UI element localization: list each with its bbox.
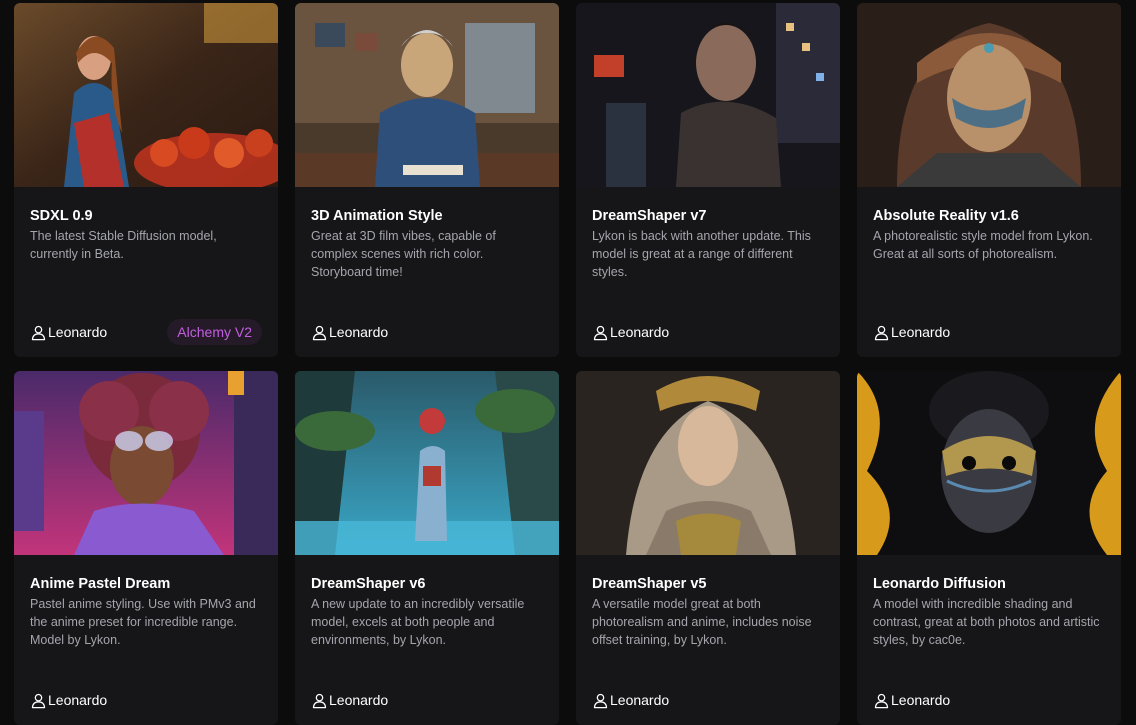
model-thumbnail[interactable] [857,371,1121,555]
author-name: Leonardo [610,324,670,340]
model-author[interactable]: Leonardo [592,692,669,709]
thumbnail-image [857,3,1121,187]
model-thumbnail[interactable] [14,371,278,555]
author-name: Leonardo [891,324,951,340]
user-icon [31,325,46,340]
card-footer: Leonardo [592,319,824,345]
author-name: Leonardo [891,692,951,708]
model-card-dreamshaper-v7[interactable]: DreamShaper v7 Lykon is back with anothe… [576,3,840,357]
user-icon [593,693,608,708]
model-description: A new update to an incredibly versatile … [311,597,525,647]
model-thumbnail[interactable] [14,3,278,187]
model-title: 3D Animation Style [311,208,443,224]
model-card-leonardo-diffusion[interactable]: Leonardo Diffusion A model with incredib… [857,371,1121,725]
model-card-absolute-reality[interactable]: Absolute Reality v1.6 A photorealistic s… [857,3,1121,357]
model-thumbnail[interactable] [576,3,840,187]
model-author[interactable]: Leonardo [311,692,388,709]
model-author[interactable]: Leonardo [311,324,388,341]
model-thumbnail[interactable] [295,3,559,187]
model-title: DreamShaper v6 [311,576,426,592]
alchemy-badge: Alchemy V2 [167,319,262,345]
model-author[interactable]: Leonardo [592,324,669,341]
model-title: Absolute Reality v1.6 [873,208,1019,224]
user-icon [312,693,327,708]
model-card-anime-pastel-dream[interactable]: Anime Pastel Dream Pastel anime styling.… [14,371,278,725]
model-description: A model with incredible shading and cont… [873,597,1100,647]
model-card-sdxl[interactable]: SDXL 0.9 The latest Stable Diffusion mod… [14,3,278,357]
model-card-3d-animation-style[interactable]: 3D Animation Style Great at 3D film vibe… [295,3,559,357]
card-footer: Leonardo [30,687,262,713]
model-title: DreamShaper v7 [592,208,707,224]
model-author[interactable]: Leonardo [873,692,950,709]
model-thumbnail[interactable] [295,371,559,555]
model-title: SDXL 0.9 [30,208,93,224]
model-grid: SDXL 0.9 The latest Stable Diffusion mod… [14,3,1122,725]
user-icon [874,325,889,340]
model-author[interactable]: Leonardo [30,692,107,709]
card-footer: Leonardo [592,687,824,713]
thumbnail-image [857,371,1121,555]
user-icon [31,693,46,708]
model-title: DreamShaper v5 [592,576,707,592]
model-author[interactable]: Leonardo [873,324,950,341]
author-name: Leonardo [48,324,108,340]
author-name: Leonardo [48,692,108,708]
model-description: Pastel anime styling. Use with PMv3 and … [30,597,256,647]
model-description: A versatile model great at both photorea… [592,597,812,647]
thumbnail-image [295,371,559,555]
card-footer: Leonardo Alchemy V2 [30,319,262,345]
author-name: Leonardo [329,324,389,340]
model-description: A photorealistic style model from Lykon.… [873,229,1093,261]
thumbnail-image [576,3,840,187]
model-author[interactable]: Leonardo [30,324,107,341]
model-card-dreamshaper-v6[interactable]: DreamShaper v6 A new update to an incred… [295,371,559,725]
model-title: Anime Pastel Dream [30,576,171,592]
user-icon [593,325,608,340]
thumbnail-image [295,3,559,187]
model-description: The latest Stable Diffusion model, curre… [30,229,217,261]
model-description: Great at 3D film vibes, capable of compl… [311,229,496,279]
model-thumbnail[interactable] [857,3,1121,187]
model-card-dreamshaper-v5[interactable]: DreamShaper v5 A versatile model great a… [576,371,840,725]
card-footer: Leonardo [311,319,543,345]
author-name: Leonardo [610,692,670,708]
thumbnail-image [576,371,840,555]
thumbnail-image [14,3,278,187]
card-footer: Leonardo [873,319,1105,345]
thumbnail-image [14,371,278,555]
model-title: Leonardo Diffusion [873,576,1006,592]
model-description: Lykon is back with another update. This … [592,229,811,279]
author-name: Leonardo [329,692,389,708]
user-icon [312,325,327,340]
model-thumbnail[interactable] [576,371,840,555]
card-footer: Leonardo [873,687,1105,713]
user-icon [874,693,889,708]
card-footer: Leonardo [311,687,543,713]
